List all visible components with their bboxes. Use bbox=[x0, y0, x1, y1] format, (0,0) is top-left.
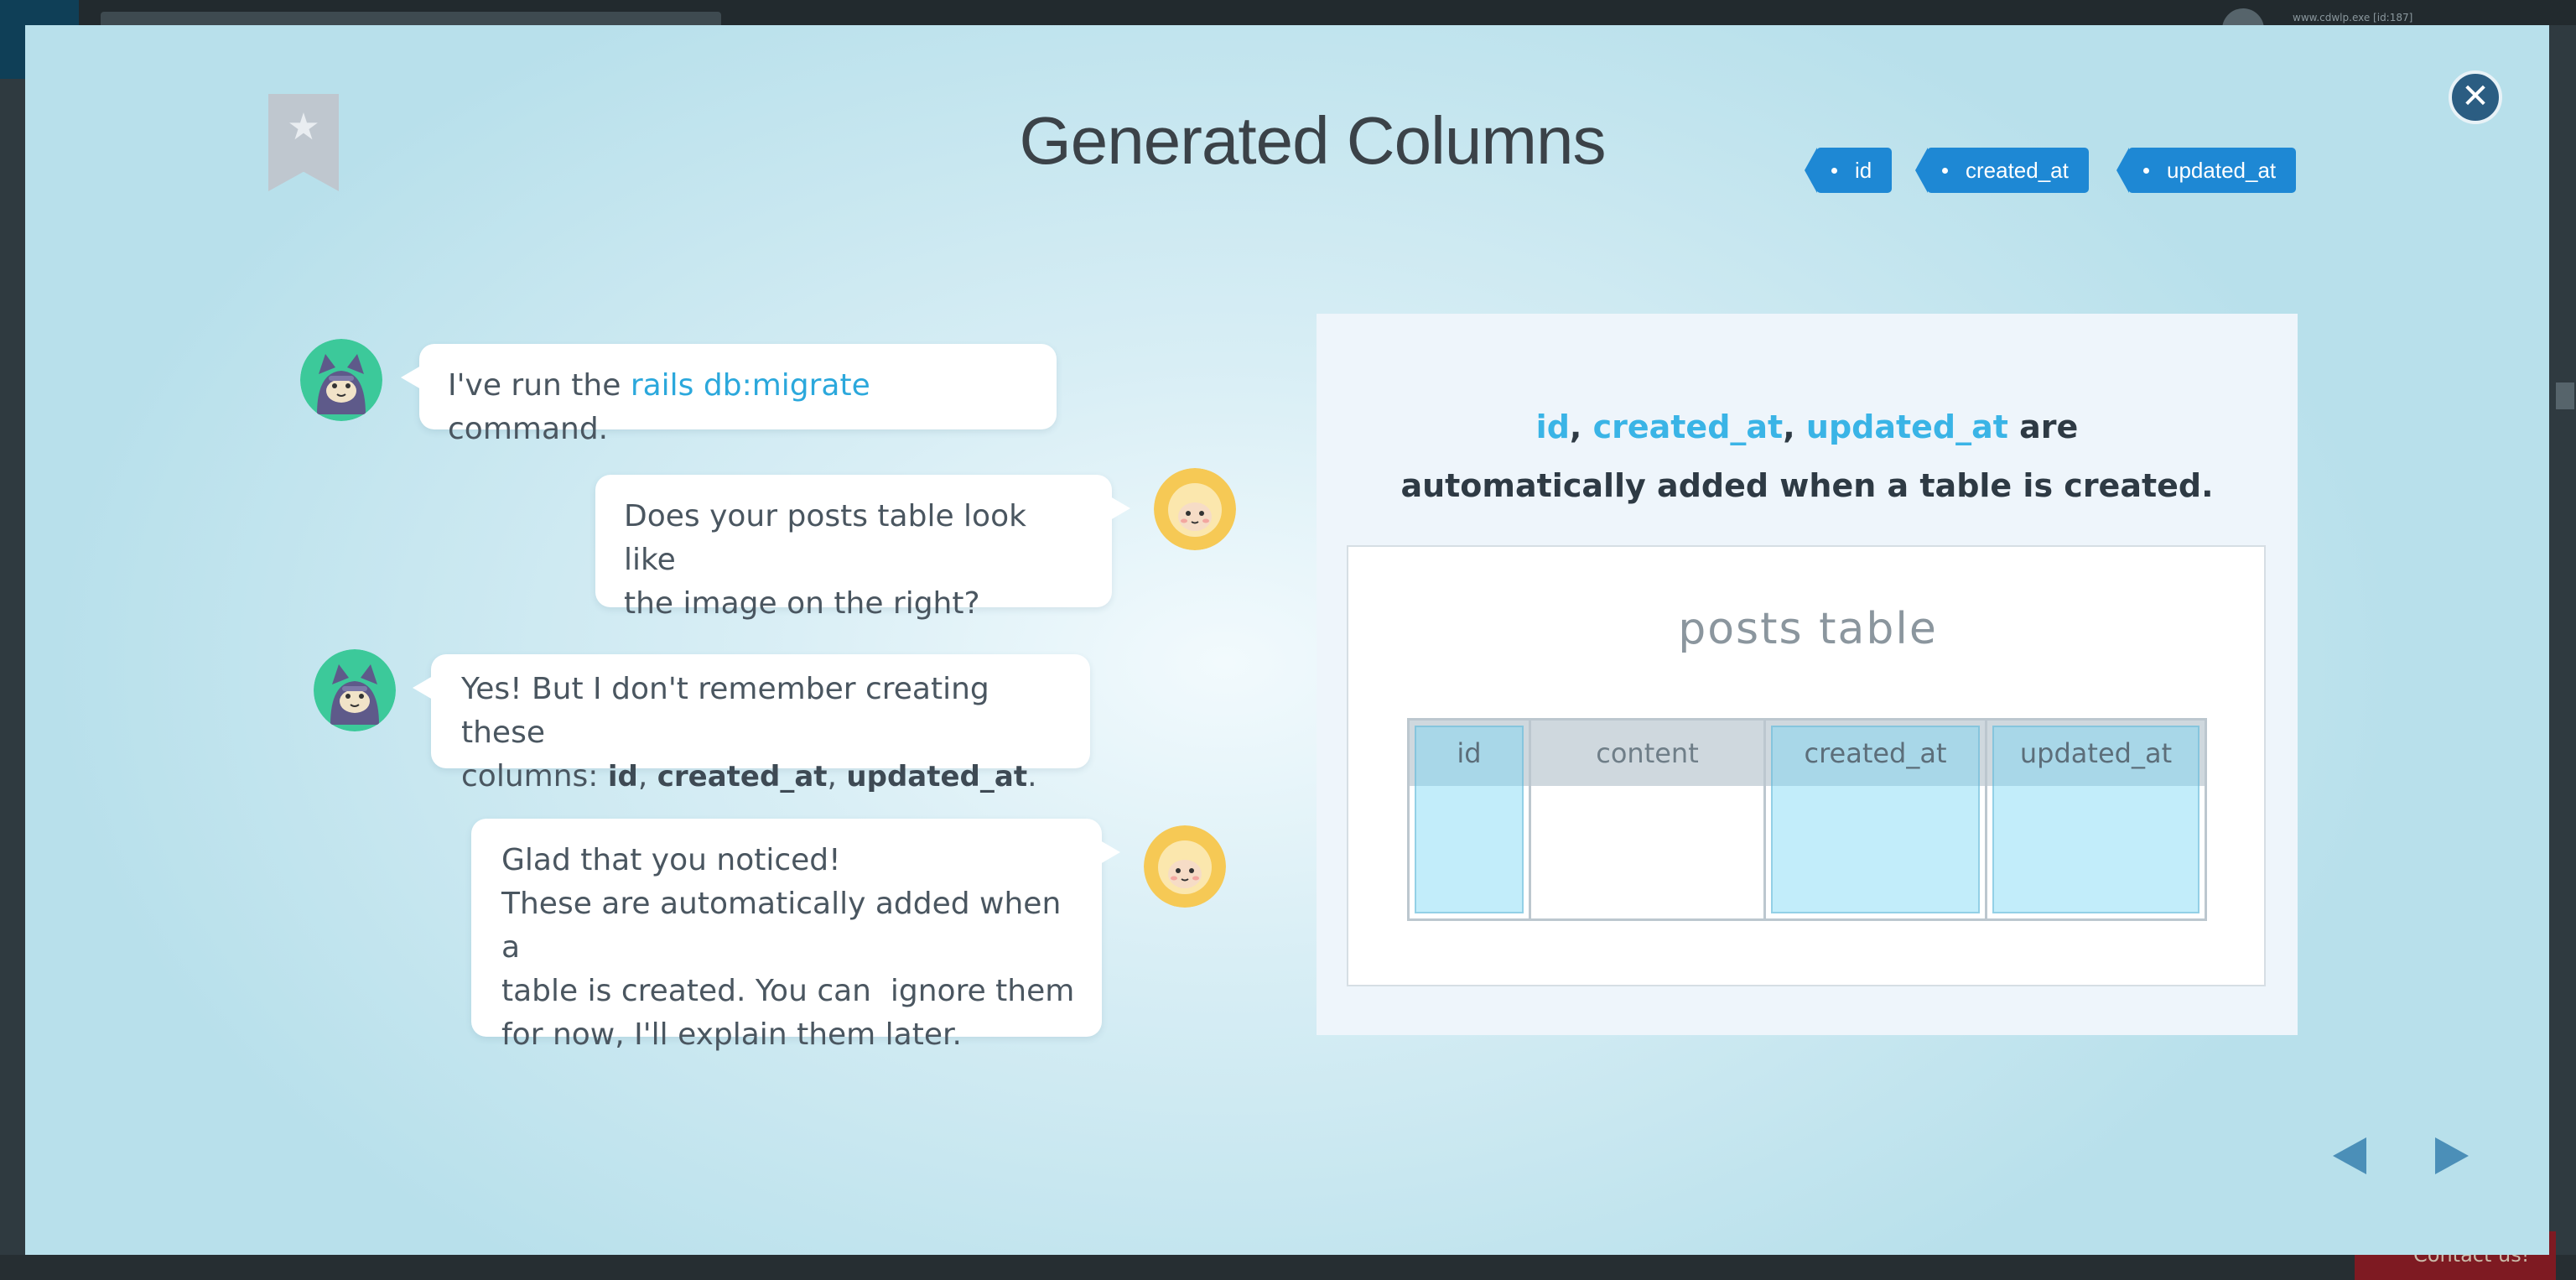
cat-character-icon bbox=[300, 339, 382, 421]
code-updated-at: updated_at bbox=[846, 760, 1028, 793]
column-updated-at: updated_at bbox=[1985, 721, 2205, 918]
column-header: updated_at bbox=[2019, 737, 2173, 769]
chat-text: command. bbox=[448, 412, 609, 446]
column-id: id bbox=[1410, 721, 1529, 918]
arrow-right-icon[interactable] bbox=[2428, 1132, 2475, 1179]
chat-bubble-1: I've run the rails db:migrate command. bbox=[401, 344, 1057, 446]
code-created-at: created_at bbox=[657, 760, 828, 793]
background-bottom-bar bbox=[0, 1255, 2576, 1280]
tag-updated-at: updated_at bbox=[2116, 148, 2297, 193]
chat-text: Glad that you noticed! bbox=[501, 843, 841, 877]
column-header: content bbox=[1596, 737, 1699, 769]
headline-line-2: automatically added when a table is crea… bbox=[1400, 467, 2214, 504]
cat-character-icon bbox=[314, 649, 396, 731]
headline-line-1: id, created_at, updated_at are bbox=[1535, 408, 2079, 445]
sheep-character-icon bbox=[1144, 825, 1226, 908]
panel-headline: id, created_at, updated_at are automatic… bbox=[1317, 398, 2298, 515]
chat-text: table is created. You can ignore them bbox=[501, 974, 1075, 1008]
column-header: created_at bbox=[1804, 737, 1947, 769]
cat-avatar bbox=[314, 649, 396, 731]
bookmark-button[interactable]: ★ bbox=[268, 94, 339, 191]
sheep-avatar bbox=[1144, 825, 1226, 908]
slide-title: Generated Columns bbox=[1019, 103, 1607, 178]
command-highlight: rails db:migrate bbox=[630, 368, 870, 403]
chat-bubble-3: Yes! But I don't remember creating these… bbox=[413, 654, 1090, 793]
star-icon: ★ bbox=[287, 106, 320, 148]
chat-text: the image on the right? bbox=[624, 586, 980, 621]
tag-created-at: created_at bbox=[1915, 148, 2089, 193]
chat-text: I've run the bbox=[448, 368, 631, 403]
posts-table-card: posts table id content created_at update… bbox=[1347, 545, 2266, 986]
cat-avatar bbox=[300, 339, 382, 421]
close-icon: ✕ bbox=[2461, 77, 2490, 116]
background-status-text: www.cdwlp.exe [id:187] bbox=[2293, 12, 2413, 23]
sheep-character-icon bbox=[1154, 468, 1236, 550]
column-created-at: created_at bbox=[1763, 721, 1985, 918]
code-id: id bbox=[607, 760, 638, 793]
chat-text: Yes! But I don't remember creating these bbox=[461, 672, 989, 750]
chat-bubble-4: Glad that you noticed! These are automat… bbox=[471, 819, 1120, 1052]
arrow-left-icon[interactable] bbox=[2326, 1132, 2373, 1179]
tag-id: id bbox=[1804, 148, 1893, 193]
chat-text: Does your posts table look like bbox=[624, 499, 1026, 577]
column-header: id bbox=[1457, 737, 1482, 769]
chat-text: These are automatically added when a bbox=[501, 887, 1062, 965]
explanation-panel: id, created_at, updated_at are automatic… bbox=[1317, 314, 2298, 1035]
chat-bubble-2: Does your posts table look like the imag… bbox=[595, 475, 1130, 621]
column-content: content bbox=[1529, 721, 1763, 918]
slide-modal: ★ Generated Columns id created_at update… bbox=[25, 25, 2549, 1255]
chat-text-columns-line: columns: id, created_at, updated_at. bbox=[461, 759, 1037, 793]
sheep-avatar bbox=[1154, 468, 1236, 550]
close-button[interactable]: ✕ bbox=[2449, 70, 2502, 124]
background-scrollbar-thumb bbox=[2556, 382, 2574, 409]
posts-table-diagram: id content created_at updated_at bbox=[1407, 718, 2207, 921]
table-title: posts table bbox=[1678, 604, 1938, 654]
chat-text: for now, I'll explain them later. bbox=[501, 1017, 962, 1052]
